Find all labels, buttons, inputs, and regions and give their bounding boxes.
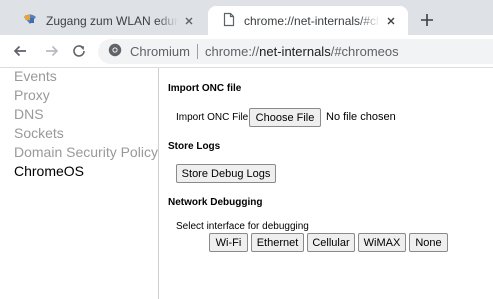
ethernet-button[interactable]: Ethernet: [251, 233, 304, 252]
close-icon[interactable]: [182, 14, 196, 28]
close-icon[interactable]: [384, 14, 398, 28]
choose-file-button[interactable]: Choose File: [249, 108, 321, 127]
import-onc-label: Import ONC File: [176, 112, 249, 123]
store-debug-logs-button[interactable]: Store Debug Logs: [176, 164, 276, 183]
network-debugging-heading: Network Debugging: [168, 197, 263, 208]
plus-icon[interactable]: [419, 12, 435, 28]
tab-title: chrome://net-internals/#chromeos: [244, 13, 380, 28]
chromium-icon: [98, 43, 122, 60]
import-onc-heading: Import ONC file: [168, 83, 242, 94]
sidebar: Events Proxy DNS Sockets Domain Security…: [0, 68, 159, 299]
sidebar-item-proxy[interactable]: Proxy: [14, 87, 50, 103]
url-path: /#chromeos: [330, 44, 399, 59]
forward-arrow-icon[interactable]: [44, 43, 60, 59]
back-arrow-icon[interactable]: [12, 43, 28, 59]
tab-title: Zugang zum WLAN eduroam un: [46, 13, 178, 28]
cellular-button[interactable]: Cellular: [307, 233, 355, 252]
sidebar-item-sockets[interactable]: Sockets: [14, 125, 64, 141]
sidebar-item-events[interactable]: Events: [14, 68, 57, 84]
reload-icon[interactable]: [71, 43, 87, 59]
tab-strip: Zugang zum WLAN eduroam un chrome://net-…: [0, 0, 493, 35]
store-logs-heading: Store Logs: [168, 141, 221, 152]
wifi-icon: [22, 12, 38, 29]
url-scheme: chrome://: [204, 44, 260, 59]
sidebar-item-domain-security-policy[interactable]: Domain Security Policy: [14, 144, 158, 160]
omnibox-separator: [196, 44, 198, 59]
debug-interface-prompt: Select interface for debugging: [176, 221, 309, 232]
browser-toolbar: Chromium chrome:// net-internals /#chrom…: [0, 35, 493, 68]
file-status-text: No file chosen: [326, 111, 396, 123]
sidebar-item-chromeos[interactable]: ChromeOS: [14, 163, 84, 179]
omnibox-chip-label: Chromium: [130, 44, 190, 59]
wimax-button[interactable]: WiMAX: [358, 233, 406, 252]
tab-net-internals[interactable]: chrome://net-internals/#chromeos: [208, 6, 408, 35]
sidebar-item-dns[interactable]: DNS: [14, 106, 44, 122]
url-host: net-internals: [259, 44, 331, 59]
tab-wlan-eduroam[interactable]: Zugang zum WLAN eduroam un: [10, 6, 206, 35]
wifi-button[interactable]: Wi-Fi: [209, 233, 248, 252]
address-bar[interactable]: Chromium chrome:// net-internals /#chrom…: [98, 39, 493, 64]
chromeos-panel: Import ONC file Import ONC File Choose F…: [160, 68, 493, 299]
document-icon: [222, 12, 236, 30]
none-button[interactable]: None: [409, 233, 448, 252]
